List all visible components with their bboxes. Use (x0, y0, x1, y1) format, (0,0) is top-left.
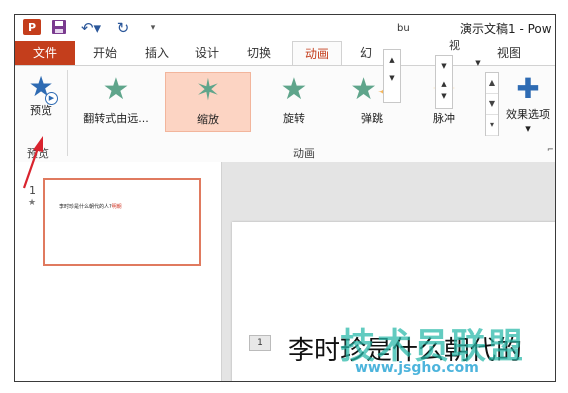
watermark-url: www.jsgho.com (355, 360, 479, 376)
